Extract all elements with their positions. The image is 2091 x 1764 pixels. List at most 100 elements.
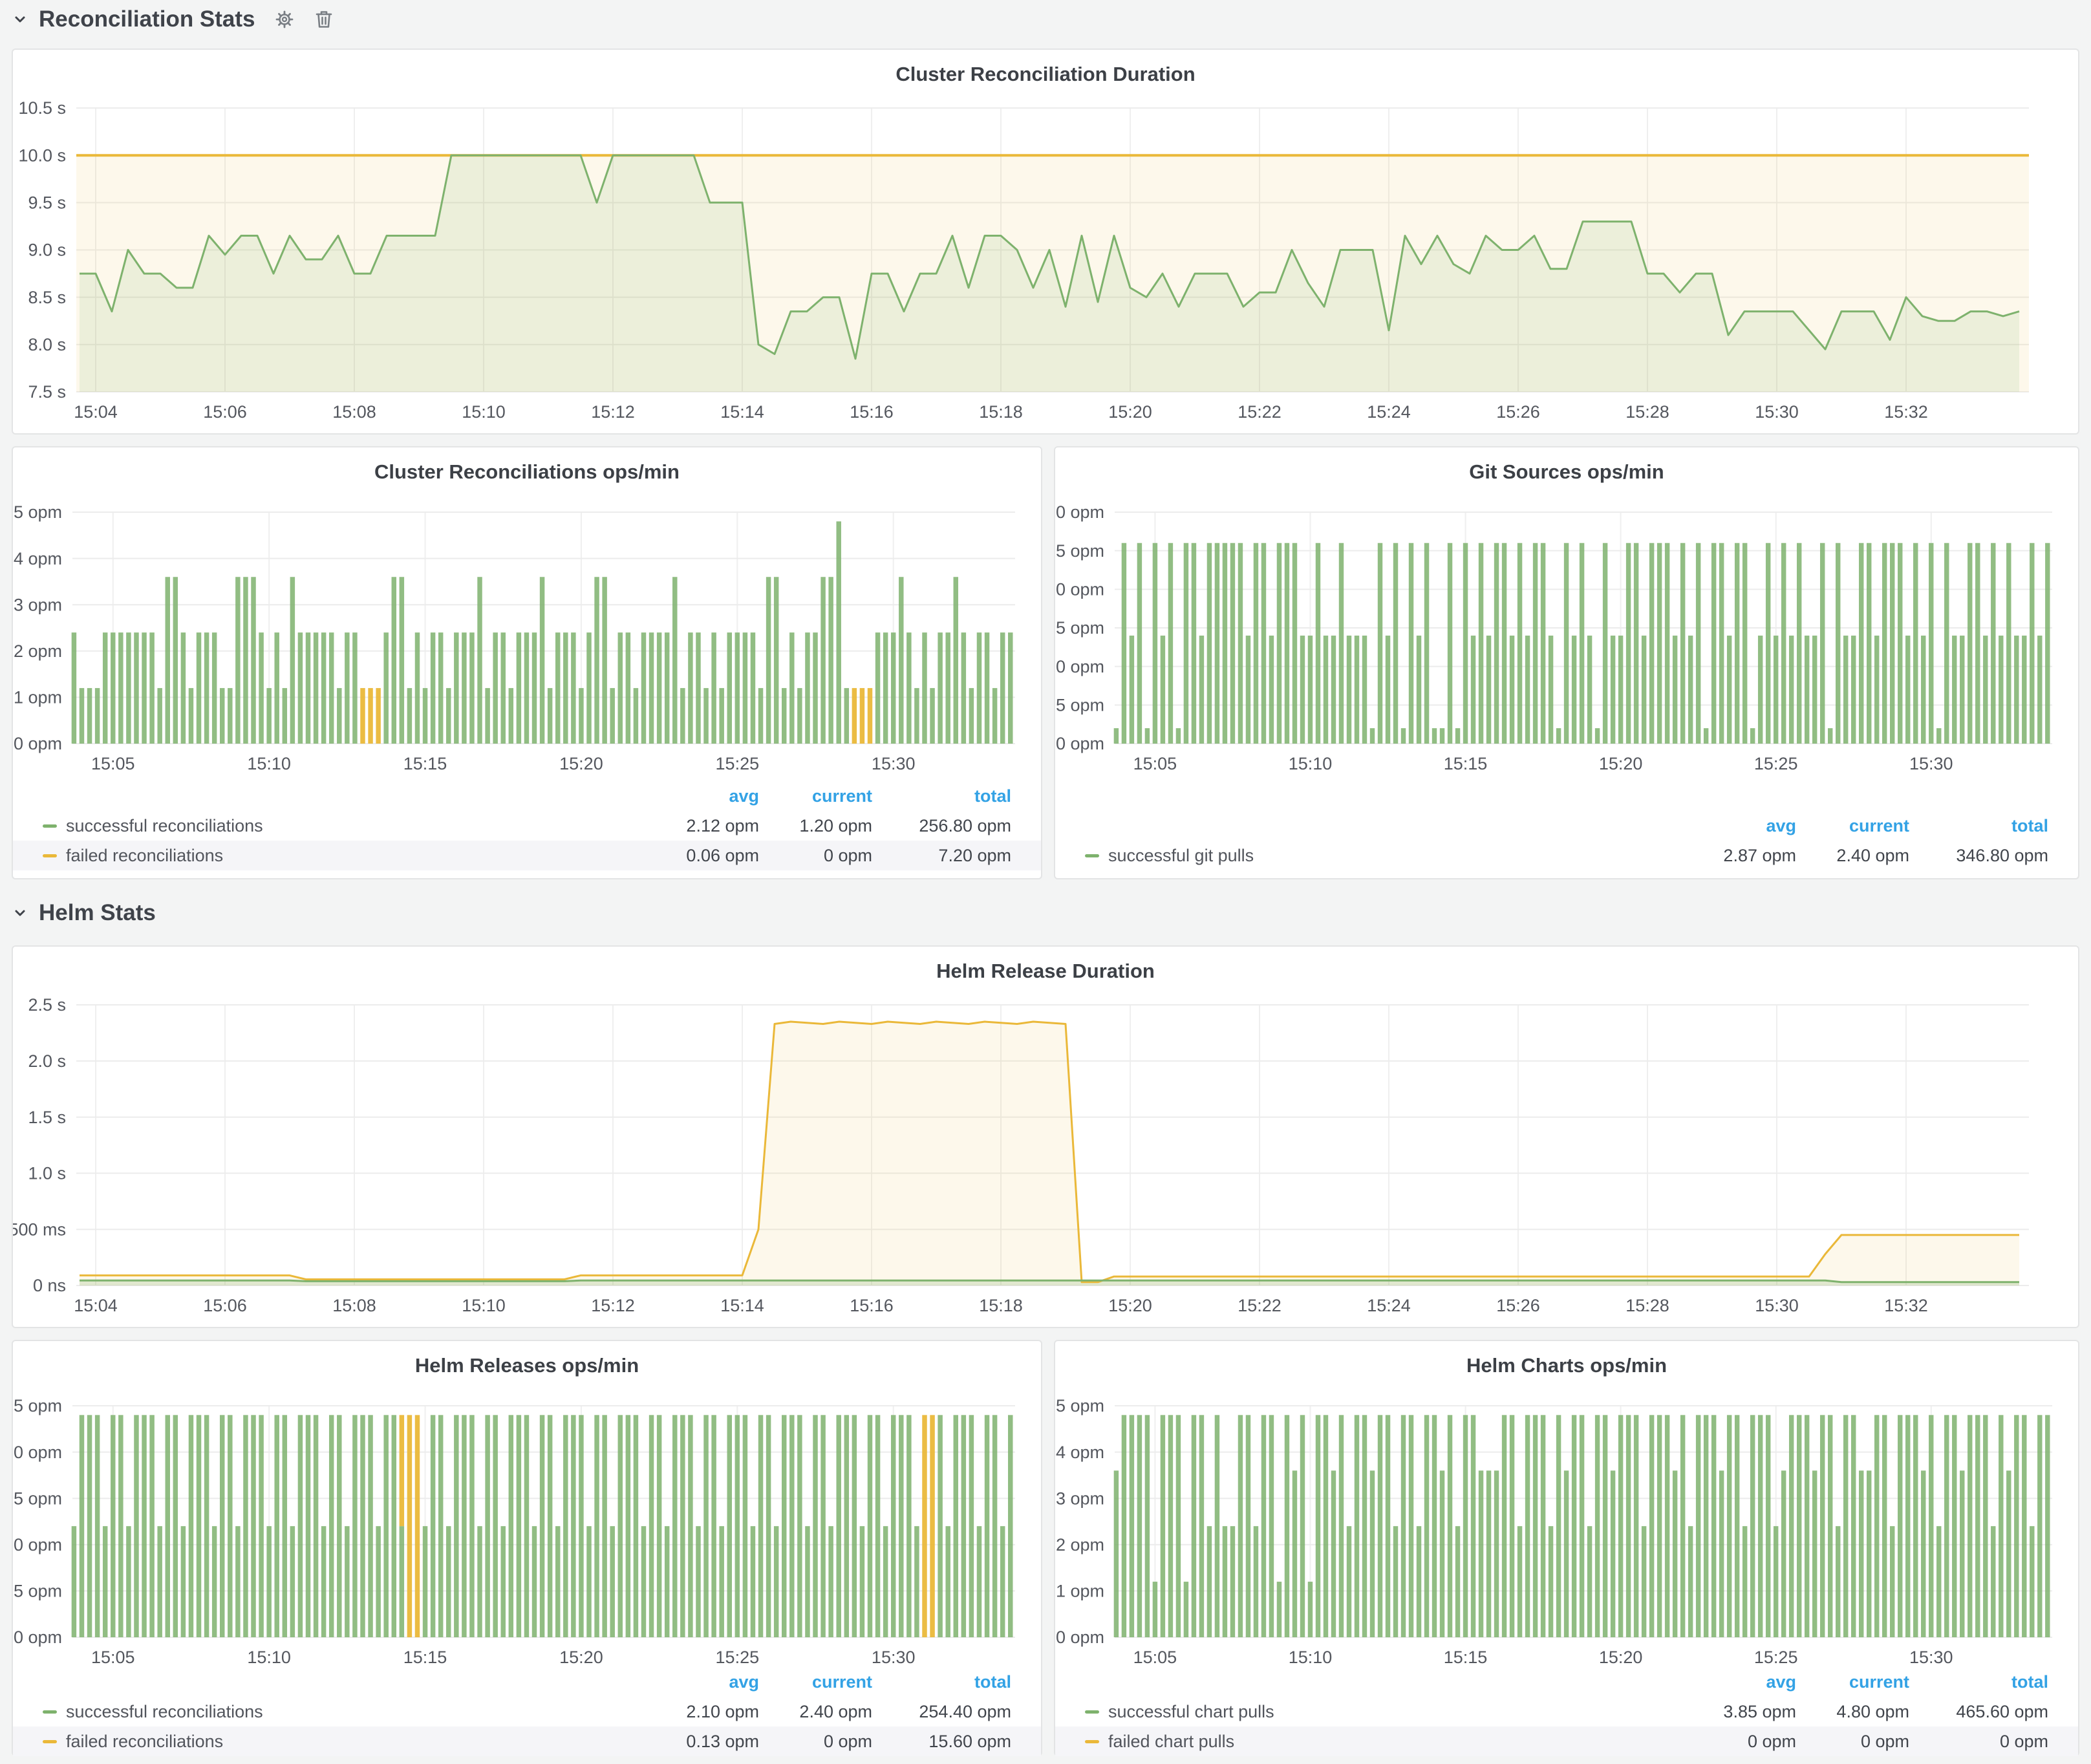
svg-text:3.5 opm: 3.5 opm <box>1055 541 1104 561</box>
chevron-down-icon[interactable] <box>10 10 30 29</box>
svg-text:7.5 s: 7.5 s <box>28 382 66 402</box>
stat-avg: 2.87 opm <box>1683 846 1796 866</box>
series-label: successful reconciliations <box>66 816 263 836</box>
svg-text:10.5 s: 10.5 s <box>18 98 66 118</box>
legend-col-avg[interactable]: avg <box>1683 816 1796 836</box>
section-header-helm-stats[interactable]: Helm Stats <box>10 900 156 926</box>
svg-text:15:10: 15:10 <box>1289 754 1333 773</box>
series-label: failed reconciliations <box>66 846 223 866</box>
legend-col-avg[interactable]: avg <box>646 1672 759 1692</box>
legend-row: failed reconciliations0.13 opm0 opm15.60… <box>13 1726 1041 1756</box>
svg-text:5 opm: 5 opm <box>1056 1396 1104 1415</box>
svg-text:15:24: 15:24 <box>1367 1296 1411 1315</box>
git-sources-ops-chart[interactable]: 4.0 opm3.5 opm3.0 opm2.5 opm2.0 opm1.5 o… <box>1055 489 2078 773</box>
series-color-swatch <box>43 824 57 828</box>
svg-text:0.5 opm: 0.5 opm <box>13 1582 62 1601</box>
chevron-down-icon[interactable] <box>10 903 30 923</box>
helm-charts-ops-chart[interactable]: 5 opm4 opm3 opm2 opm1 opm0 opm15:0515:10… <box>1055 1382 2078 1667</box>
series-toggle[interactable]: successful reconciliations <box>43 1702 646 1722</box>
svg-text:15:25: 15:25 <box>716 1648 760 1667</box>
svg-text:8.5 s: 8.5 s <box>28 288 66 307</box>
svg-text:15:10: 15:10 <box>247 1648 291 1667</box>
stat-total: 465.60 opm <box>1909 1702 2048 1722</box>
legend-col-avg[interactable]: avg <box>646 786 759 806</box>
legend-col-avg[interactable]: avg <box>1683 1672 1796 1692</box>
svg-text:15:25: 15:25 <box>716 754 760 773</box>
legend-col-total[interactable]: total <box>872 786 1011 806</box>
svg-text:15:16: 15:16 <box>850 1296 894 1315</box>
svg-text:15:14: 15:14 <box>720 402 764 422</box>
series-toggle[interactable]: successful git pulls <box>1085 846 1683 866</box>
svg-text:1.5 s: 1.5 s <box>28 1108 66 1127</box>
svg-text:1.0 opm: 1.0 opm <box>1055 734 1104 753</box>
section-title: Helm Stats <box>39 900 156 926</box>
legend-header: avgcurrenttotal <box>13 781 1041 811</box>
svg-text:15:15: 15:15 <box>403 1648 447 1667</box>
stat-current: 0 opm <box>1796 1732 1909 1752</box>
trash-icon[interactable] <box>314 8 334 30</box>
legend: avgcurrenttotal successful reconciliation… <box>13 1667 1041 1764</box>
stat-current: 1.20 opm <box>759 816 872 836</box>
section-header-reconciliation-stats[interactable]: Reconciliation Stats <box>10 6 334 32</box>
legend: avgcurrenttotal successful reconciliation… <box>13 781 1041 878</box>
svg-text:15:30: 15:30 <box>872 1648 916 1667</box>
svg-text:15:10: 15:10 <box>247 754 291 773</box>
svg-text:15:05: 15:05 <box>1133 754 1177 773</box>
chart-canvas: 2.5 opm2.0 opm1.5 opm1.0 opm0.5 opm0 opm… <box>13 1382 1041 1667</box>
svg-text:15:05: 15:05 <box>1133 1648 1177 1667</box>
legend-col-current[interactable]: current <box>1796 1672 1909 1692</box>
legend-col-total[interactable]: total <box>1909 816 2048 836</box>
stat-current: 4.80 opm <box>1796 1702 1909 1722</box>
svg-text:15:12: 15:12 <box>591 402 635 422</box>
svg-text:15:32: 15:32 <box>1884 1296 1928 1315</box>
svg-text:15:30: 15:30 <box>872 754 916 773</box>
legend-row: successful git pulls2.87 opm2.40 opm346.… <box>1055 841 2078 870</box>
svg-text:4 opm: 4 opm <box>14 549 62 568</box>
series-toggle[interactable]: successful chart pulls <box>1085 1702 1683 1722</box>
svg-text:15:18: 15:18 <box>979 402 1023 422</box>
svg-text:15:08: 15:08 <box>332 402 376 422</box>
svg-text:15:28: 15:28 <box>1625 1296 1669 1315</box>
svg-text:15:20: 15:20 <box>1599 1648 1643 1667</box>
svg-text:3 opm: 3 opm <box>1056 1489 1104 1508</box>
cluster-reconciliation-duration-chart[interactable]: 10.5 s10.0 s9.5 s9.0 s8.5 s8.0 s7.5 s15:… <box>13 91 2078 433</box>
legend-row: failed reconciliations0.06 opm0 opm7.20 … <box>13 841 1041 870</box>
svg-text:15:20: 15:20 <box>1108 1296 1152 1315</box>
helm-release-duration-chart[interactable]: 2.5 s2.0 s1.5 s1.0 s500 ms0 ns15:0415:06… <box>13 988 2078 1327</box>
helm-releases-ops-chart[interactable]: 2.5 opm2.0 opm1.5 opm1.0 opm0.5 opm0 opm… <box>13 1382 1041 1667</box>
legend-col-current[interactable]: current <box>1796 816 1909 836</box>
panel-title: Helm Release Duration <box>13 947 2078 988</box>
legend-col-total[interactable]: total <box>872 1672 1011 1692</box>
series-color-swatch <box>43 854 57 857</box>
svg-text:15:04: 15:04 <box>74 1296 118 1315</box>
legend-col-current[interactable]: current <box>759 1672 872 1692</box>
panel-title: Helm Releases ops/min <box>13 1341 1041 1382</box>
cluster-reconciliations-ops-chart[interactable]: 5 opm4 opm3 opm2 opm1 opm0 opm15:0515:10… <box>13 489 1041 773</box>
svg-text:0 opm: 0 opm <box>14 1628 62 1647</box>
svg-text:4.0 opm: 4.0 opm <box>1055 502 1104 522</box>
series-toggle[interactable]: failed reconciliations <box>43 1732 646 1752</box>
svg-text:0 ns: 0 ns <box>33 1276 66 1295</box>
panel-helm-charts-ops: Helm Charts ops/min 5 opm4 opm3 opm2 opm… <box>1054 1340 2079 1756</box>
svg-text:15:30: 15:30 <box>1755 402 1799 422</box>
series-toggle[interactable]: failed chart pulls <box>1085 1732 1683 1752</box>
legend-row: successful chart pulls3.85 opm4.80 opm46… <box>1055 1697 2078 1726</box>
stat-total: 15.60 opm <box>872 1732 1011 1752</box>
svg-text:15:15: 15:15 <box>1444 1648 1488 1667</box>
svg-text:15:20: 15:20 <box>1108 402 1152 422</box>
svg-text:15:28: 15:28 <box>1625 402 1669 422</box>
svg-text:15:05: 15:05 <box>91 1648 135 1667</box>
legend-col-total[interactable]: total <box>1909 1672 2048 1692</box>
panel-title: Helm Charts ops/min <box>1055 1341 2078 1382</box>
series-toggle[interactable]: successful reconciliations <box>43 816 646 836</box>
legend: avgcurrenttotal successful chart pulls3.8… <box>1055 1667 2078 1764</box>
gear-icon[interactable] <box>273 8 295 30</box>
series-toggle[interactable]: failed reconciliations <box>43 846 646 866</box>
svg-text:0 opm: 0 opm <box>14 734 62 753</box>
svg-text:15:32: 15:32 <box>1884 402 1928 422</box>
svg-text:15:26: 15:26 <box>1496 402 1540 422</box>
stat-total: 0 opm <box>1909 1732 2048 1752</box>
legend-col-current[interactable]: current <box>759 786 872 806</box>
series-color-swatch <box>1085 1710 1099 1714</box>
svg-text:1.0 opm: 1.0 opm <box>13 1535 62 1554</box>
